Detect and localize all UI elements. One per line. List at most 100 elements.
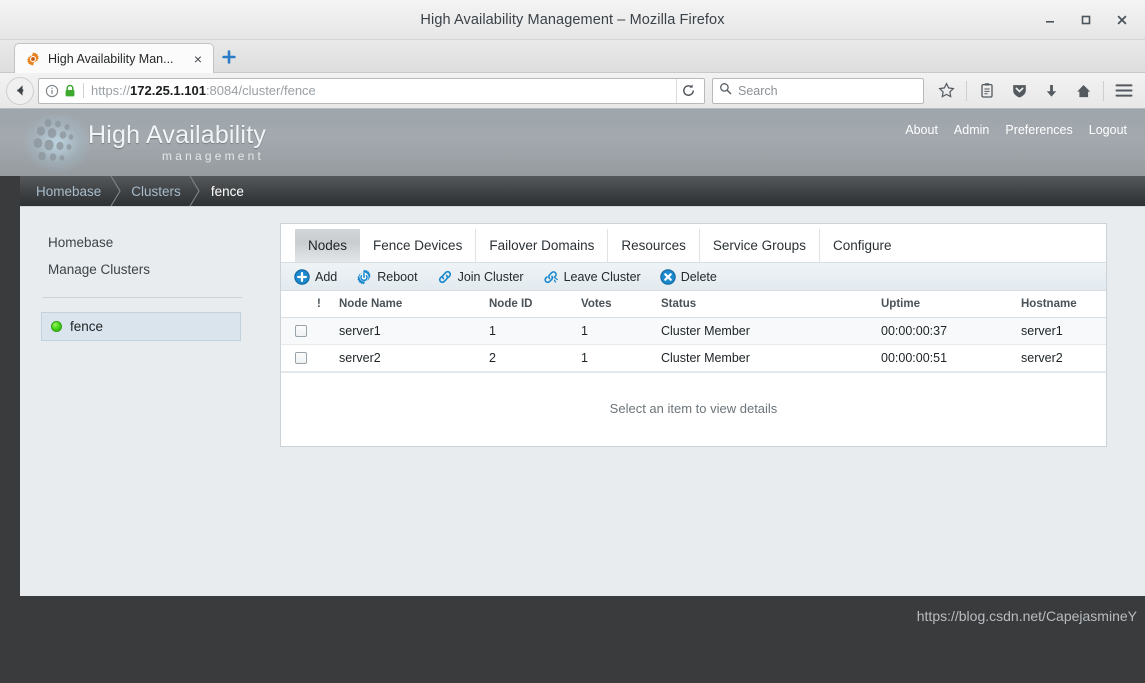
add-button-label: Add (315, 269, 338, 284)
column-status[interactable]: Status (661, 291, 881, 318)
row-uptime: 00:00:00:51 (881, 344, 1021, 372)
sidebar-item-homebase[interactable]: Homebase (20, 229, 260, 256)
x-circle-icon (659, 268, 676, 285)
chevron-right-icon (101, 176, 129, 206)
column-node-id[interactable]: Node ID (489, 291, 581, 318)
close-icon[interactable] (1107, 5, 1137, 35)
browser-tab[interactable]: High Availability Man... × (14, 43, 214, 73)
column-alert: ! (317, 291, 339, 318)
column-node-name[interactable]: Node Name (339, 291, 489, 318)
lock-icon[interactable] (64, 84, 76, 98)
toolbar-divider (966, 80, 967, 101)
details-placeholder: Select an item to view details (281, 373, 1106, 446)
gear-power-icon (356, 269, 372, 285)
row-hostname: server1 (1021, 317, 1106, 345)
url-path: :8084/cluster/fence (205, 83, 316, 98)
tab-failover-domains[interactable]: Failover Domains (476, 229, 609, 262)
join-cluster-button-label: Join Cluster (457, 269, 524, 284)
delete-button[interactable]: Delete (659, 268, 717, 285)
reboot-button[interactable]: Reboot (356, 269, 418, 285)
table-row[interactable]: server2 2 1 Cluster Member 00:00:00:51 s… (281, 344, 1106, 372)
delete-button-label: Delete (680, 269, 717, 284)
app-logo[interactable]: High Availability management (22, 112, 267, 174)
download-icon[interactable] (1036, 76, 1066, 106)
nav-link-logout[interactable]: Logout (1089, 123, 1127, 137)
row-alert (317, 344, 339, 372)
row-votes: 1 (581, 317, 661, 345)
reboot-button-label: Reboot (377, 269, 418, 284)
add-button[interactable]: Add (294, 268, 338, 285)
window-titlebar: High Availability Management – Mozilla F… (0, 0, 1145, 40)
tab-resources[interactable]: Resources (608, 229, 700, 262)
row-status: Cluster Member (661, 317, 881, 345)
row-checkbox[interactable] (295, 352, 307, 364)
row-status: Cluster Member (661, 344, 881, 372)
row-checkbox[interactable] (295, 325, 307, 337)
nodes-table: ! Node Name Node ID Votes Status Uptime … (281, 291, 1106, 372)
sidebar-divider (42, 297, 242, 298)
reader-icon[interactable] (972, 76, 1002, 106)
tab-nodes[interactable]: Nodes (295, 229, 361, 262)
row-checkbox-cell[interactable] (281, 317, 317, 345)
link-icon (437, 269, 453, 285)
brand-text: High Availability management (88, 120, 267, 162)
window-controls (1035, 0, 1137, 40)
breadcrumb-item-clusters[interactable]: Clusters (129, 184, 181, 199)
toolbar-divider-2 (1103, 80, 1104, 101)
leave-cluster-button[interactable]: Leave Cluster (543, 269, 641, 285)
search-icon (719, 82, 732, 100)
sidebar-item-manage-clusters[interactable]: Manage Clusters (20, 256, 260, 283)
breadcrumb-item-fence: fence (210, 183, 244, 199)
tab-service-groups[interactable]: Service Groups (700, 229, 820, 262)
join-cluster-button[interactable]: Join Cluster (437, 269, 524, 285)
browser-tab-title: High Availability Man... (48, 51, 174, 66)
window-title: High Availability Management – Mozilla F… (420, 11, 725, 28)
table-header-row: ! Node Name Node ID Votes Status Uptime … (281, 291, 1106, 318)
column-hostname[interactable]: Hostname (1021, 291, 1106, 318)
brand-title: High Availability (88, 120, 267, 149)
nodes-panel: Nodes Fence Devices Failover Domains Res… (280, 223, 1107, 447)
tab-close-icon[interactable]: × (191, 52, 205, 66)
minimize-icon[interactable] (1035, 5, 1065, 35)
new-tab-button[interactable] (214, 42, 244, 72)
table-row[interactable]: server1 1 1 Cluster Member 00:00:00:37 s… (281, 317, 1106, 345)
sidebar: Homebase Manage Clusters fence (20, 207, 260, 596)
column-votes[interactable]: Votes (581, 291, 661, 318)
plus-circle-icon (294, 268, 310, 285)
menu-icon[interactable] (1109, 76, 1139, 106)
home-icon[interactable] (1068, 76, 1098, 106)
browser-toolbar-icons (931, 76, 1139, 106)
url-bar[interactable]: https://172.25.1.101:8084/cluster/fence (38, 77, 705, 104)
back-icon[interactable] (6, 76, 34, 105)
row-node-id: 2 (489, 344, 581, 372)
nav-link-about[interactable]: About (905, 123, 938, 137)
bookmark-star-icon[interactable] (931, 76, 961, 106)
broken-link-icon (543, 269, 559, 285)
chevron-right-icon-2 (181, 176, 209, 206)
info-icon[interactable] (45, 84, 59, 98)
app-header: High Availability management About Admin… (0, 109, 1145, 176)
browser-tabstrip: High Availability Man... × (0, 40, 1145, 73)
dot-cluster-icon (22, 112, 92, 174)
url-host: 172.25.1.101 (130, 83, 206, 98)
tab-configure[interactable]: Configure (820, 229, 905, 262)
reload-icon[interactable] (676, 78, 700, 103)
row-node-id: 1 (489, 317, 581, 345)
nav-link-preferences[interactable]: Preferences (1005, 123, 1072, 137)
column-select-all[interactable] (281, 291, 317, 318)
nodes-table-body: server1 1 1 Cluster Member 00:00:00:37 s… (281, 317, 1106, 372)
row-checkbox-cell[interactable] (281, 344, 317, 372)
nav-link-admin[interactable]: Admin (954, 123, 989, 137)
tab-fence-devices[interactable]: Fence Devices (360, 229, 477, 262)
header-nav: About Admin Preferences Logout (905, 123, 1127, 137)
search-bar[interactable]: Search (712, 77, 924, 104)
pocket-shield-icon[interactable] (1004, 76, 1034, 106)
column-uptime[interactable]: Uptime (881, 291, 1021, 318)
sidebar-item-fence[interactable]: fence (41, 312, 241, 341)
leave-cluster-button-label: Leave Cluster (563, 269, 641, 284)
row-alert (317, 317, 339, 345)
url-divider (83, 83, 84, 98)
panel-tabs: Nodes Fence Devices Failover Domains Res… (281, 224, 1106, 262)
breadcrumb-item-homebase[interactable]: Homebase (34, 184, 101, 199)
maximize-icon[interactable] (1071, 5, 1101, 35)
